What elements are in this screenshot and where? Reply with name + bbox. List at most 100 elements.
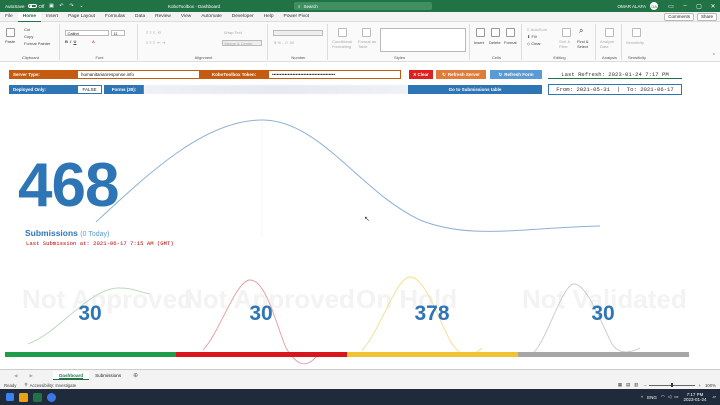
accessibility-status[interactable]: Accessibility: Investigate	[30, 383, 77, 388]
sensitivity-group-label: Sensitivity	[627, 55, 646, 60]
search-input[interactable]: ⌕ Search	[294, 2, 432, 10]
analyze-data-icon[interactable]	[605, 28, 614, 37]
zoom-in-icon[interactable]: +	[698, 383, 701, 388]
page-break-view-icon[interactable]: ▥	[634, 382, 638, 388]
merge-center-button[interactable]: Merge & Center	[222, 40, 262, 46]
add-sheet-icon[interactable]: ⊕	[127, 371, 144, 380]
tab-help[interactable]: Help	[259, 12, 279, 22]
customize-toolbar-icon[interactable]: ⌄	[78, 3, 84, 9]
share-button[interactable]: Share	[696, 12, 717, 21]
tab-home[interactable]: Home	[17, 11, 42, 22]
page-layout-view-icon[interactable]: ▤	[626, 382, 630, 388]
delete-cells-icon[interactable]	[491, 28, 500, 37]
file-explorer-icon[interactable]	[19, 392, 28, 402]
format-cells-icon[interactable]	[506, 28, 515, 37]
tab-developer[interactable]: Developer	[227, 12, 259, 22]
sort-filter-icon[interactable]	[562, 28, 571, 37]
card-value-not-approved: 30	[249, 302, 273, 325]
format-cells-button[interactable]: Format	[504, 40, 517, 45]
cell-styles-gallery[interactable]	[380, 28, 466, 52]
number-format-icons[interactable]: $ % , .0 .00	[274, 40, 294, 45]
autosum-button[interactable]: Σ AutoSum	[527, 27, 547, 32]
tab-power-pivot[interactable]: Power Pivot	[279, 12, 315, 22]
format-painter-button[interactable]: Format Painter	[24, 41, 50, 46]
clipboard-group: Paste Cut Copy Format Painter Clipboard	[2, 24, 60, 60]
notifications-icon[interactable]: ▱	[713, 394, 716, 400]
window-title: KoboToolbox - Dashboard	[168, 3, 221, 9]
ribbon-options-icon[interactable]: ▭	[664, 3, 678, 10]
sensitivity-button[interactable]: Sensitivity	[626, 40, 644, 45]
battery-icon[interactable]: ▭	[674, 394, 678, 400]
windows-start-icon[interactable]	[6, 393, 14, 401]
fill-button[interactable]: ⬇ Fill	[527, 34, 537, 39]
tab-page-layout[interactable]: Page Layout	[63, 12, 100, 22]
number-group-label: Number	[291, 55, 306, 60]
close-icon[interactable]: ✕	[706, 3, 720, 10]
sort-filter-button[interactable]: Sort & Filter	[559, 39, 573, 49]
paste-button[interactable]: Paste	[5, 39, 15, 44]
comments-button[interactable]: Comments	[664, 12, 694, 21]
tab-automate[interactable]: Automate	[196, 12, 227, 22]
language-indicator[interactable]: ENG	[647, 395, 657, 400]
sheet-tab-dashboard[interactable]: Dashboard	[53, 371, 90, 380]
sensitivity-icon[interactable]	[632, 28, 641, 37]
sheet-tab-submissions[interactable]: Submissions	[89, 371, 127, 380]
format-as-table-button[interactable]: Format as Table	[358, 39, 376, 49]
browser-icon[interactable]	[47, 392, 56, 402]
conditional-formatting-button[interactable]: Conditional Formatting	[332, 39, 354, 49]
analyze-data-button[interactable]: Analyze Data	[600, 39, 620, 49]
paste-icon[interactable]	[6, 28, 15, 37]
card-bar	[347, 352, 518, 357]
copy-button[interactable]: Copy	[24, 34, 33, 39]
tab-data[interactable]: Data	[130, 12, 150, 22]
tab-file[interactable]: File	[0, 12, 18, 22]
conditional-formatting-icon[interactable]	[338, 28, 347, 37]
wrap-text-button[interactable]: Wrap Text	[224, 30, 242, 35]
tab-insert[interactable]: Insert	[41, 12, 63, 22]
maximize-icon[interactable]: ▢	[692, 3, 706, 10]
tab-formulas[interactable]: Formulas	[100, 12, 130, 22]
zoom-slider[interactable]	[649, 382, 696, 388]
bold-button[interactable]: B I U	[65, 39, 76, 44]
autosave-toggle[interactable]	[27, 3, 37, 9]
undo-icon[interactable]: ↶	[58, 3, 64, 9]
redo-icon[interactable]: ↷	[68, 3, 74, 9]
user-name[interactable]: OMAR ALAFA	[617, 4, 646, 9]
volume-icon[interactable]: ◁	[668, 394, 671, 400]
align-icons[interactable]: ≡ ≡ ≡ ⟲	[146, 30, 161, 35]
cut-button[interactable]: Cut	[24, 27, 30, 32]
find-select-icon[interactable]: ⌕	[579, 26, 583, 36]
excel-app-icon[interactable]	[33, 392, 42, 402]
save-icon[interactable]: ▣	[48, 3, 54, 9]
ribbon: Paste Cut Copy Format Painter Clipboard …	[0, 22, 720, 62]
prev-sheet-icon[interactable]: ◀	[8, 371, 24, 380]
tab-view[interactable]: View	[176, 12, 196, 22]
font-group: Calibri 11 B I U A Font	[62, 24, 138, 60]
indent-icons[interactable]: ≡ ≡ ≡ ⇤ ⇥	[146, 40, 165, 45]
delete-cells-button[interactable]: Delete	[489, 40, 501, 45]
next-sheet-icon[interactable]: ▶	[24, 371, 40, 380]
alignment-group-label: Alignment	[194, 55, 213, 60]
insert-cells-icon[interactable]	[476, 28, 485, 37]
clear-button[interactable]: ◇ Clear	[527, 41, 541, 46]
tab-review[interactable]: Review	[150, 12, 176, 22]
font-color-button[interactable]: A	[92, 39, 95, 44]
find-select-button[interactable]: Find & Select	[577, 39, 595, 49]
avatar[interactable]: OA	[650, 2, 658, 10]
collapse-ribbon-icon[interactable]: ⌃	[712, 53, 716, 59]
normal-view-icon[interactable]: ▦	[618, 382, 622, 388]
alignment-group: Wrap Text Merge & Center ≡ ≡ ≡ ⟲ ≡ ≡ ≡ ⇤…	[140, 24, 268, 60]
sheet-tabs-bar: ◀ ▶ Dashboard Submissions ⊕	[0, 369, 720, 381]
minimize-icon[interactable]: –	[678, 3, 692, 9]
taskbar-clock[interactable]: 7:17 PM 2023-01-24	[684, 392, 707, 402]
card-value-not-approved: 30	[78, 302, 102, 325]
zoom-level[interactable]: 100%	[705, 383, 716, 388]
font-size-select[interactable]: 11	[111, 30, 125, 36]
font-name-select[interactable]: Calibri	[65, 30, 109, 36]
zoom-out-icon[interactable]: –	[644, 383, 646, 388]
number-format-select[interactable]	[273, 30, 323, 36]
wifi-icon[interactable]: ◠	[661, 394, 665, 400]
tray-chevron-icon[interactable]: ^	[641, 395, 643, 400]
format-as-table-icon[interactable]	[362, 28, 371, 37]
insert-cells-button[interactable]: Insert	[474, 40, 484, 45]
